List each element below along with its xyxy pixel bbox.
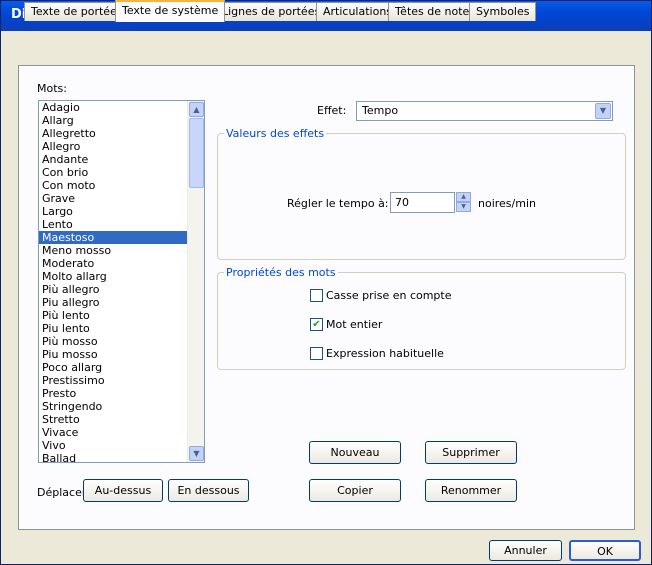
list-item[interactable]: Più mosso: [39, 335, 204, 348]
tab-staff-text[interactable]: Texte de portée: [24, 2, 124, 21]
move-down-button[interactable]: En dessous: [168, 479, 249, 502]
list-item[interactable]: Maestoso: [39, 231, 204, 244]
tab-staff-lines[interactable]: Lignes de portées: [215, 2, 328, 21]
words-scrollbar[interactable]: ▲ ▼: [187, 101, 204, 462]
ok-button[interactable]: OK: [569, 540, 641, 561]
spin-down-icon[interactable]: ▼: [456, 202, 471, 212]
list-item[interactable]: Moderato: [39, 257, 204, 270]
list-item[interactable]: Con moto: [39, 179, 204, 192]
list-item[interactable]: Vivo: [39, 439, 204, 452]
list-item[interactable]: Allegro: [39, 140, 204, 153]
list-item[interactable]: Largo: [39, 205, 204, 218]
cancel-button[interactable]: Annuler: [489, 540, 562, 561]
list-item[interactable]: Allegretto: [39, 127, 204, 140]
effect-values-title: Valeurs des effets: [224, 127, 327, 140]
whole-word-label: Mot entier: [326, 318, 383, 331]
list-item[interactable]: Più allegro: [39, 283, 204, 296]
tempo-unit: noires/min: [478, 197, 536, 210]
move-up-button[interactable]: Au-dessus: [83, 479, 163, 502]
list-item[interactable]: Poco allarg: [39, 361, 204, 374]
word-properties-title: Propriétés des mots: [224, 266, 338, 279]
tab-articulations[interactable]: Articulations: [316, 2, 400, 21]
case-sensitive-checkbox[interactable]: [310, 289, 323, 302]
effect-label: Effet:: [317, 104, 347, 117]
words-label: Mots:: [37, 82, 67, 95]
copy-button[interactable]: Copier: [309, 479, 401, 502]
list-item[interactable]: Adagio: [39, 101, 204, 114]
effect-select[interactable]: Tempo ▼: [356, 101, 613, 121]
tab-system-text[interactable]: Texte de système: [115, 0, 226, 22]
regex-label: Expression habituelle: [326, 347, 444, 360]
tempo-spinner[interactable]: ▲ ▼: [456, 192, 471, 213]
tab-noteheads[interactable]: Têtes de note: [388, 2, 477, 21]
new-button[interactable]: Nouveau: [309, 441, 401, 464]
list-item[interactable]: Piu lento: [39, 322, 204, 335]
list-item[interactable]: Piu allegro: [39, 296, 204, 309]
rename-button[interactable]: Renommer: [425, 479, 517, 502]
list-item[interactable]: Lento: [39, 218, 204, 231]
spin-up-icon[interactable]: ▲: [456, 192, 471, 202]
list-item[interactable]: Grave: [39, 192, 204, 205]
tempo-input[interactable]: 70: [390, 192, 455, 213]
regex-checkbox[interactable]: [310, 347, 323, 360]
list-item[interactable]: Ballad: [39, 452, 204, 462]
list-item[interactable]: Stretto: [39, 413, 204, 426]
list-item[interactable]: Prestissimo: [39, 374, 204, 387]
move-label: Déplacer: [37, 486, 87, 499]
scroll-up-icon[interactable]: ▲: [189, 102, 204, 117]
tab-symbols[interactable]: Symboles: [469, 2, 537, 21]
list-item[interactable]: Con brio: [39, 166, 204, 179]
case-sensitive-label: Casse prise en compte: [326, 289, 452, 302]
tempo-label: Régler le tempo à:: [287, 197, 389, 210]
list-item[interactable]: Andante: [39, 153, 204, 166]
list-item[interactable]: Vivace: [39, 426, 204, 439]
chevron-down-icon[interactable]: ▼: [595, 103, 611, 119]
list-item[interactable]: Stringendo: [39, 400, 204, 413]
whole-word-checkbox[interactable]: ✔: [310, 318, 323, 331]
list-item[interactable]: Meno mosso: [39, 244, 204, 257]
list-item[interactable]: Piu mosso: [39, 348, 204, 361]
scroll-thumb[interactable]: [189, 118, 204, 188]
words-listbox[interactable]: Adagio Allarg Allegretto Allegro Andante Con …: [38, 100, 205, 463]
list-item[interactable]: Molto allarg: [39, 270, 204, 283]
list-item[interactable]: Allarg: [39, 114, 204, 127]
list-item[interactable]: Presto: [39, 387, 204, 400]
effect-value: Tempo: [362, 104, 399, 117]
scroll-down-icon[interactable]: ▼: [189, 446, 204, 461]
list-item[interactable]: Più lento: [39, 309, 204, 322]
delete-button[interactable]: Supprimer: [425, 441, 517, 464]
